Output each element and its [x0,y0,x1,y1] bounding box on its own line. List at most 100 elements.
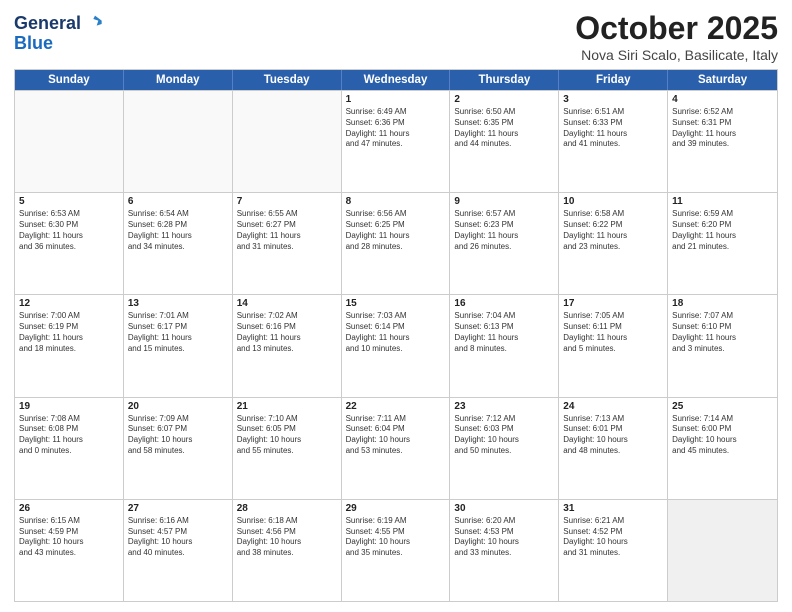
calendar-cell: 19 Sunrise: 7:08 AM Sunset: 6:08 PM Dayli… [15,398,124,499]
logo: General Blue [14,14,105,54]
calendar-cell: 4Sunrise: 6:52 AM Sunset: 6:31 PM Daylig… [668,91,777,192]
calendar-cell: 14Sunrise: 7:02 AM Sunset: 6:16 PM Dayli… [233,295,342,396]
cell-info: Sunrise: 6:53 AM Sunset: 6:30 PM Dayligh… [19,209,119,252]
day-number: 10 [563,196,663,207]
day-number: 26 [19,503,119,514]
day-number: 1 [346,94,446,105]
day-number: 23 [454,401,554,412]
calendar-cell [124,91,233,192]
calendar-cell: 10 Sunrise: 6:58 AM Sunset: 6:22 PM Dayli… [559,193,668,294]
calendar-cell: 1Sunrise: 6:49 AM Sunset: 6:36 PM Daylig… [342,91,451,192]
calendar-cell: 31 Sunrise: 6:21 AM Sunset: 4:52 PM Dayli… [559,500,668,601]
calendar-cell: 6 Sunrise: 6:54 AM Sunset: 6:28 PM Daylig… [124,193,233,294]
cell-info: Sunrise: 6:57 AM Sunset: 6:23 PM Dayligh… [454,209,554,252]
calendar-cell: 2Sunrise: 6:50 AM Sunset: 6:35 PM Daylig… [450,91,559,192]
day-header-friday: Friday [559,70,668,90]
month-title: October 2025 [575,10,778,47]
day-number: 14 [237,298,337,309]
logo-text: General [14,14,81,34]
day-number: 20 [128,401,228,412]
cell-info: Sunrise: 6:58 AM Sunset: 6:22 PM Dayligh… [563,209,663,252]
calendar-cell: 18Sunrise: 7:07 AM Sunset: 6:10 PM Dayli… [668,295,777,396]
day-number: 4 [672,94,773,105]
cell-info: Sunrise: 7:05 AM Sunset: 6:11 PM Dayligh… [563,311,663,354]
calendar-row-2: 12 Sunrise: 7:00 AM Sunset: 6:19 PM Dayli… [15,294,777,396]
cell-info: Sunrise: 7:11 AM Sunset: 6:04 PM Dayligh… [346,414,446,457]
day-number: 22 [346,401,446,412]
day-number: 16 [454,298,554,309]
logo-icon [85,14,105,34]
logo-blue-text: Blue [14,34,53,54]
calendar-cell: 30 Sunrise: 6:20 AM Sunset: 4:53 PM Dayli… [450,500,559,601]
cell-info: Sunrise: 7:08 AM Sunset: 6:08 PM Dayligh… [19,414,119,457]
calendar-cell: 9 Sunrise: 6:57 AM Sunset: 6:23 PM Daylig… [450,193,559,294]
calendar-cell: 28Sunrise: 6:18 AM Sunset: 4:56 PM Dayli… [233,500,342,601]
day-header-sunday: Sunday [15,70,124,90]
cell-info: Sunrise: 6:51 AM Sunset: 6:33 PM Dayligh… [563,107,663,150]
day-number: 25 [672,401,773,412]
day-number: 18 [672,298,773,309]
cell-info: Sunrise: 6:20 AM Sunset: 4:53 PM Dayligh… [454,516,554,559]
cell-info: Sunrise: 6:56 AM Sunset: 6:25 PM Dayligh… [346,209,446,252]
day-number: 8 [346,196,446,207]
calendar-cell: 8 Sunrise: 6:56 AM Sunset: 6:25 PM Daylig… [342,193,451,294]
calendar-cell: 26 Sunrise: 6:15 AM Sunset: 4:59 PM Dayli… [15,500,124,601]
cell-info: Sunrise: 6:54 AM Sunset: 6:28 PM Dayligh… [128,209,228,252]
day-number: 30 [454,503,554,514]
cell-info: Sunrise: 6:50 AM Sunset: 6:35 PM Dayligh… [454,107,554,150]
calendar-cell: 21 Sunrise: 7:10 AM Sunset: 6:05 PM Dayli… [233,398,342,499]
cell-info: Sunrise: 7:10 AM Sunset: 6:05 PM Dayligh… [237,414,337,457]
cell-info: Sunrise: 6:55 AM Sunset: 6:27 PM Dayligh… [237,209,337,252]
page-header: General Blue October 2025 Nova Siri Scal… [14,10,778,63]
calendar-row-0: 1Sunrise: 6:49 AM Sunset: 6:36 PM Daylig… [15,90,777,192]
day-header-saturday: Saturday [668,70,777,90]
cell-info: Sunrise: 7:12 AM Sunset: 6:03 PM Dayligh… [454,414,554,457]
calendar-header: SundayMondayTuesdayWednesdayThursdayFrid… [15,70,777,90]
calendar-cell: 27Sunrise: 6:16 AM Sunset: 4:57 PM Dayli… [124,500,233,601]
calendar-cell: 3Sunrise: 6:51 AM Sunset: 6:33 PM Daylig… [559,91,668,192]
cell-info: Sunrise: 7:01 AM Sunset: 6:17 PM Dayligh… [128,311,228,354]
calendar-cell: 16 Sunrise: 7:04 AM Sunset: 6:13 PM Dayli… [450,295,559,396]
calendar-row-4: 26 Sunrise: 6:15 AM Sunset: 4:59 PM Dayli… [15,499,777,601]
day-number: 21 [237,401,337,412]
cell-info: Sunrise: 6:19 AM Sunset: 4:55 PM Dayligh… [346,516,446,559]
day-number: 9 [454,196,554,207]
day-header-wednesday: Wednesday [342,70,451,90]
cell-info: Sunrise: 6:21 AM Sunset: 4:52 PM Dayligh… [563,516,663,559]
calendar: SundayMondayTuesdayWednesdayThursdayFrid… [14,69,778,602]
day-number: 31 [563,503,663,514]
calendar-cell: 25 Sunrise: 7:14 AM Sunset: 6:00 PM Dayli… [668,398,777,499]
day-number: 24 [563,401,663,412]
day-number: 6 [128,196,228,207]
day-number: 13 [128,298,228,309]
cell-info: Sunrise: 7:13 AM Sunset: 6:01 PM Dayligh… [563,414,663,457]
calendar-cell [233,91,342,192]
day-number: 28 [237,503,337,514]
calendar-cell: 23 Sunrise: 7:12 AM Sunset: 6:03 PM Dayli… [450,398,559,499]
calendar-cell: 22 Sunrise: 7:11 AM Sunset: 6:04 PM Dayli… [342,398,451,499]
calendar-cell: 5Sunrise: 6:53 AM Sunset: 6:30 PM Daylig… [15,193,124,294]
location-title: Nova Siri Scalo, Basilicate, Italy [575,47,778,63]
day-number: 27 [128,503,228,514]
cell-info: Sunrise: 6:15 AM Sunset: 4:59 PM Dayligh… [19,516,119,559]
calendar-row-3: 19 Sunrise: 7:08 AM Sunset: 6:08 PM Dayli… [15,397,777,499]
day-header-monday: Monday [124,70,233,90]
title-block: October 2025 Nova Siri Scalo, Basilicate… [575,10,778,63]
cell-info: Sunrise: 7:14 AM Sunset: 6:00 PM Dayligh… [672,414,773,457]
day-header-thursday: Thursday [450,70,559,90]
day-header-tuesday: Tuesday [233,70,342,90]
calendar-cell: 12 Sunrise: 7:00 AM Sunset: 6:19 PM Dayli… [15,295,124,396]
day-number: 17 [563,298,663,309]
cell-info: Sunrise: 7:04 AM Sunset: 6:13 PM Dayligh… [454,311,554,354]
cell-info: Sunrise: 7:03 AM Sunset: 6:14 PM Dayligh… [346,311,446,354]
calendar-cell: 11Sunrise: 6:59 AM Sunset: 6:20 PM Dayli… [668,193,777,294]
calendar-cell: 29 Sunrise: 6:19 AM Sunset: 4:55 PM Dayli… [342,500,451,601]
day-number: 19 [19,401,119,412]
day-number: 12 [19,298,119,309]
calendar-cell: 17 Sunrise: 7:05 AM Sunset: 6:11 PM Dayli… [559,295,668,396]
calendar-cell [668,500,777,601]
day-number: 29 [346,503,446,514]
cell-info: Sunrise: 7:00 AM Sunset: 6:19 PM Dayligh… [19,311,119,354]
calendar-cell: 15Sunrise: 7:03 AM Sunset: 6:14 PM Dayli… [342,295,451,396]
cell-info: Sunrise: 6:59 AM Sunset: 6:20 PM Dayligh… [672,209,773,252]
